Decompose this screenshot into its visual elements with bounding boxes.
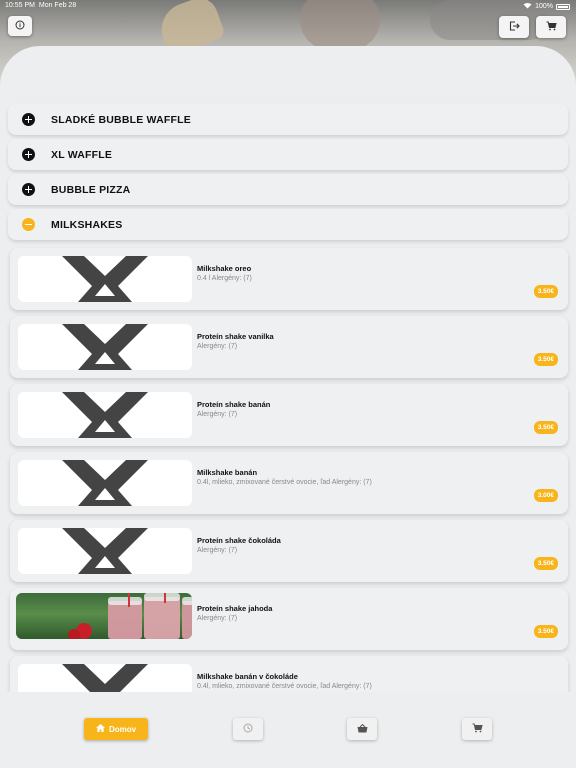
collapse-icon (22, 218, 35, 231)
product-image-placeholder (18, 324, 192, 370)
category-label: SLADKÉ BUBBLE WAFFLE (51, 113, 191, 126)
header-cart-button[interactable] (536, 16, 566, 38)
product-image-placeholder (18, 392, 192, 438)
product-description: Alergény: (7) (197, 547, 238, 554)
product-card[interactable]: Milkshake oreo 0.4 l Alergény: (7) 3.50€ (10, 248, 568, 310)
battery-percent: 100% (535, 3, 553, 10)
nav-history-button[interactable] (233, 718, 263, 740)
clock-icon (243, 720, 253, 738)
product-image-placeholder (18, 460, 192, 506)
price-badge[interactable]: 3.50€ (533, 353, 558, 366)
category-xl-waffle[interactable]: XL WAFFLE (8, 139, 568, 170)
category-label: MILKSHAKES (51, 218, 123, 231)
product-card[interactable]: Milkshake banán 0.4l, mlieko, zmixované … (10, 452, 568, 514)
home-icon (95, 724, 105, 734)
product-description: 0.4 l Alergény: (7) (197, 275, 252, 282)
wifi-icon (523, 2, 532, 11)
product-card[interactable]: Proteín shake banán Alergény: (7) 3.50€ (10, 384, 568, 446)
product-description: 0.4l, mlieko, zmixované čerstvé ovocie, … (197, 479, 372, 486)
product-image-placeholder (18, 256, 192, 302)
product-image-placeholder (18, 528, 192, 574)
product-name: Milkshake oreo (197, 264, 252, 273)
product-card[interactable]: Proteín shake jahoda Alergény: (7) 3.50€ (10, 588, 568, 650)
category-bubble-pizza[interactable]: BUBBLE PIZZA (8, 174, 568, 205)
info-icon (15, 17, 25, 35)
battery-icon (556, 3, 570, 10)
product-name: Proteín shake banán (197, 400, 271, 409)
nav-home-button[interactable]: Domov (84, 718, 148, 740)
product-name: Proteín shake jahoda (197, 604, 273, 613)
logout-button[interactable] (499, 16, 529, 38)
product-name: Proteín shake vanilka (197, 332, 274, 341)
logout-icon (509, 18, 520, 36)
basket-icon (357, 720, 368, 738)
status-date: Mon Feb 28 (38, 2, 77, 9)
category-sladke-bubble-waffle[interactable]: SLADKÉ BUBBLE WAFFLE (8, 104, 568, 135)
category-label: XL WAFFLE (51, 148, 113, 161)
bottom-navigation: Domov (0, 700, 576, 768)
nav-cart-button[interactable] (462, 718, 492, 740)
expand-icon (22, 148, 35, 161)
product-card[interactable]: Proteín shake vanilka Alergény: (7) 3.50… (10, 316, 568, 378)
product-description: Alergény: (7) (197, 343, 238, 350)
info-button[interactable] (8, 16, 32, 36)
status-bar: 10:55 PM Mon Feb 28 100% (0, 0, 576, 12)
cart-icon (546, 18, 557, 36)
product-card[interactable]: Proteín shake čokoláda Alergény: (7) 3.5… (10, 520, 568, 582)
product-name: Milkshake banán (197, 468, 258, 477)
category-milkshakes[interactable]: MILKSHAKES (8, 209, 568, 240)
product-name: Milkshake banán v čokoláde (197, 672, 298, 681)
status-time: 10:55 PM (5, 2, 35, 9)
product-card[interactable]: Milkshake banán v čokoláde 0.4l, mlieko,… (10, 656, 568, 692)
product-description: 0.4l, mlieko, zmixované čerstvé ovocie, … (197, 683, 372, 690)
price-badge[interactable]: 3.50€ (533, 421, 558, 434)
product-image-placeholder (18, 664, 192, 692)
price-badge[interactable]: 3.00€ (533, 489, 558, 502)
category-label: BUBBLE PIZZA (51, 183, 131, 196)
cart-icon (472, 720, 483, 738)
expand-icon (22, 113, 35, 126)
product-description: Alergény: (7) (197, 411, 238, 418)
product-list[interactable]: Milkshake oreo 0.4 l Alergény: (7) 3.50€… (0, 244, 576, 692)
nav-home-label: Domov (108, 724, 137, 734)
expand-icon (22, 183, 35, 196)
nav-basket-button[interactable] (347, 718, 377, 740)
product-name: Proteín shake čokoláda (197, 536, 281, 545)
product-description: Alergény: (7) (197, 615, 238, 622)
price-badge[interactable]: 3.50€ (533, 557, 558, 570)
product-photo-strawberry-shake (16, 593, 192, 639)
price-badge[interactable]: 3.50€ (533, 625, 558, 638)
price-badge[interactable]: 3.50€ (533, 285, 558, 298)
